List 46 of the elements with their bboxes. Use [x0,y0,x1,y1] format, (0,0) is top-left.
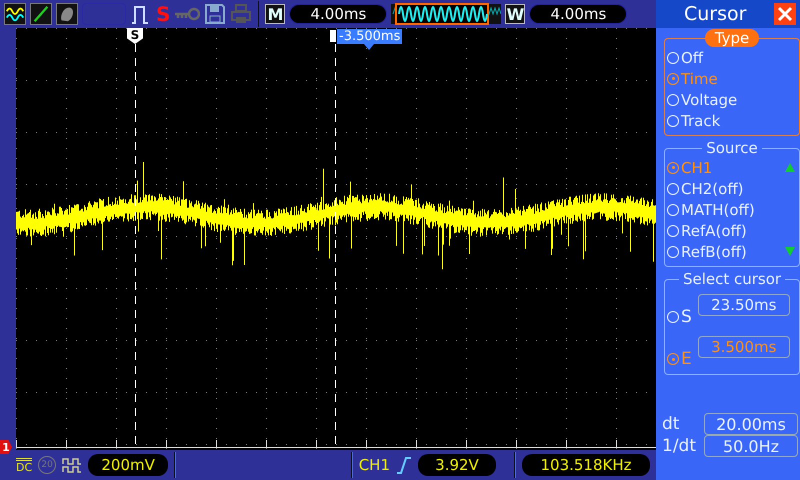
value-field[interactable]: 23.50ms [698,294,790,316]
mode-label[interactable]: M [265,4,286,24]
radio-button[interactable] [667,72,679,84]
option-label[interactable]: CH1 [681,158,712,176]
volts-per-div-readout: 200mV [88,454,168,476]
square-wave-icon[interactable] [62,457,82,473]
measure-value: 50.0Hz [704,435,798,457]
timebase-readout: 4.00ms [289,4,388,24]
save-icon[interactable] [204,3,226,25]
option-label[interactable]: CH2(off) [681,180,744,198]
option-label[interactable]: E [681,349,692,369]
close-button[interactable] [774,3,796,25]
scroll-up-icon[interactable] [785,163,795,172]
trigger-level-readout: 3.92V [418,454,496,476]
pointer-icon [364,44,374,50]
option-label[interactable]: Off [681,48,704,66]
measure-value: 20.00ms [704,413,798,435]
waveform-overview-drawing[interactable] [391,3,502,25]
coupling-label[interactable]: DC [16,458,32,472]
group-legend: Type [704,29,760,47]
measure-label: dt [661,413,680,435]
status-letter: S [156,3,170,25]
window-time-readout: 4.00ms [529,4,628,24]
cursor-marker[interactable]: S [127,28,143,44]
window-label[interactable]: W [505,4,526,24]
channel-marker[interactable]: 1 [0,440,12,454]
bandwidth-limit-label[interactable]: 20 [38,456,56,474]
smudge-icon[interactable] [56,3,78,25]
measure-label: 1/dt [661,435,697,457]
option-label[interactable]: S [681,307,692,327]
option-label[interactable]: Track [681,112,720,130]
frequency-readout: 103.518KHz [522,454,650,476]
option-label[interactable]: RefA(off) [681,222,747,240]
option-label[interactable]: RefB(off) [681,242,747,260]
cursor-marker[interactable] [330,30,336,42]
value-field[interactable]: 3.500ms [698,336,790,358]
trigger-source-label: CH1 [358,456,390,474]
option-label[interactable]: MATH(off) [681,200,755,218]
scroll-down-icon[interactable] [785,247,795,256]
channels-icon[interactable] [4,3,26,25]
radio-button[interactable] [667,353,679,365]
option-label[interactable]: Voltage [681,90,738,108]
panel-title: Cursor [684,3,746,25]
radio-button[interactable] [667,162,679,174]
rising-edge-icon [396,456,412,474]
option-label[interactable]: Time [681,70,718,88]
